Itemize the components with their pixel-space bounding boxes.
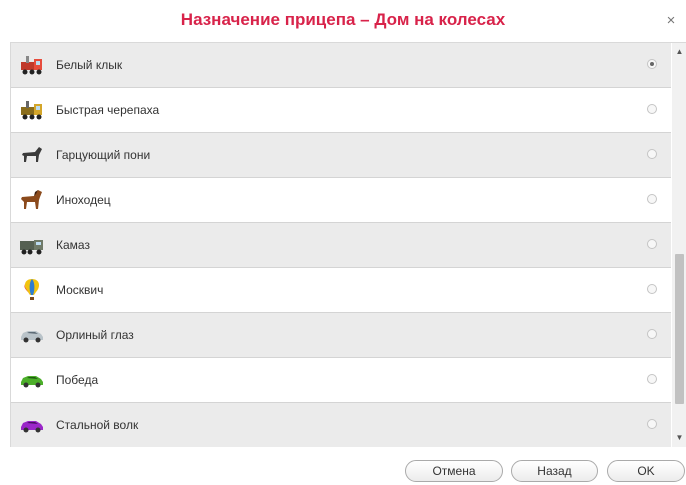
list-item-label: Москвич bbox=[56, 283, 104, 297]
ok-button[interactable]: OK bbox=[607, 460, 685, 482]
radio-button[interactable] bbox=[647, 149, 657, 159]
list-item[interactable]: Стальной волк bbox=[11, 403, 671, 447]
list-item[interactable]: Быстрая черепаха bbox=[11, 88, 671, 133]
horse-icon bbox=[21, 190, 42, 209]
radio-button[interactable] bbox=[647, 239, 657, 249]
dialog-title: Назначение прицепа – Дом на колесах bbox=[180, 10, 506, 29]
scrollbar-thumb[interactable] bbox=[675, 254, 684, 404]
pony-icon bbox=[22, 147, 42, 162]
trailer-assignment-dialog: Назначение прицепа – Дом на колесах × Бе… bbox=[0, 0, 686, 485]
close-icon[interactable]: × bbox=[664, 13, 678, 28]
radio-button[interactable] bbox=[647, 374, 657, 384]
list-item[interactable]: Москвич bbox=[11, 268, 671, 313]
list-item-label: Белый клык bbox=[56, 58, 123, 72]
list-item[interactable]: Белый клык bbox=[11, 43, 671, 88]
list-item[interactable]: Камаз bbox=[11, 223, 671, 268]
list-item[interactable]: Победа bbox=[11, 358, 671, 403]
scroll-down-arrow-icon[interactable]: ▼ bbox=[672, 431, 686, 445]
kamaz-truck-icon bbox=[20, 240, 43, 255]
purple-car-icon bbox=[21, 421, 43, 433]
radio-button[interactable] bbox=[647, 284, 657, 294]
vertical-scrollbar[interactable]: ▲ ▼ bbox=[672, 43, 686, 447]
list-item-label: Орлиный глаз bbox=[56, 328, 134, 342]
list-item[interactable]: Орлиный глаз bbox=[11, 313, 671, 358]
radio-button[interactable] bbox=[647, 59, 657, 69]
list-item-label: Стальной волк bbox=[56, 418, 139, 432]
list-item-label: Гарцующий пони bbox=[56, 148, 151, 162]
scroll-up-arrow-icon[interactable]: ▲ bbox=[672, 45, 686, 59]
red-truck-icon bbox=[21, 56, 42, 75]
list-item[interactable]: Гарцующий пони bbox=[11, 133, 671, 178]
radio-button[interactable] bbox=[647, 194, 657, 204]
list-item[interactable]: Иноходец bbox=[11, 178, 671, 223]
title-bar: Назначение прицепа – Дом на колесах × bbox=[0, 0, 686, 42]
radio-button[interactable] bbox=[647, 104, 657, 114]
radio-button[interactable] bbox=[647, 419, 657, 429]
yellow-truck-icon bbox=[21, 101, 42, 120]
green-car-icon bbox=[21, 376, 43, 388]
gray-car-icon bbox=[21, 331, 43, 343]
cancel-button[interactable]: Отмена bbox=[405, 460, 503, 482]
vehicle-list: Белый клык Быстрая черепаха Гарцующий по… bbox=[11, 43, 671, 447]
list-item-label: Победа bbox=[56, 373, 99, 387]
list-item-label: Быстрая черепаха bbox=[56, 103, 160, 117]
list-item-label: Иноходец bbox=[56, 193, 111, 207]
vehicle-list-frame: Белый клык Быстрая черепаха Гарцующий по… bbox=[10, 42, 686, 447]
dialog-footer: Отмена Назад OK bbox=[0, 446, 686, 485]
radio-button[interactable] bbox=[647, 329, 657, 339]
list-item-label: Камаз bbox=[56, 238, 90, 252]
hot-air-balloon-icon bbox=[24, 279, 40, 300]
back-button[interactable]: Назад bbox=[511, 460, 598, 482]
